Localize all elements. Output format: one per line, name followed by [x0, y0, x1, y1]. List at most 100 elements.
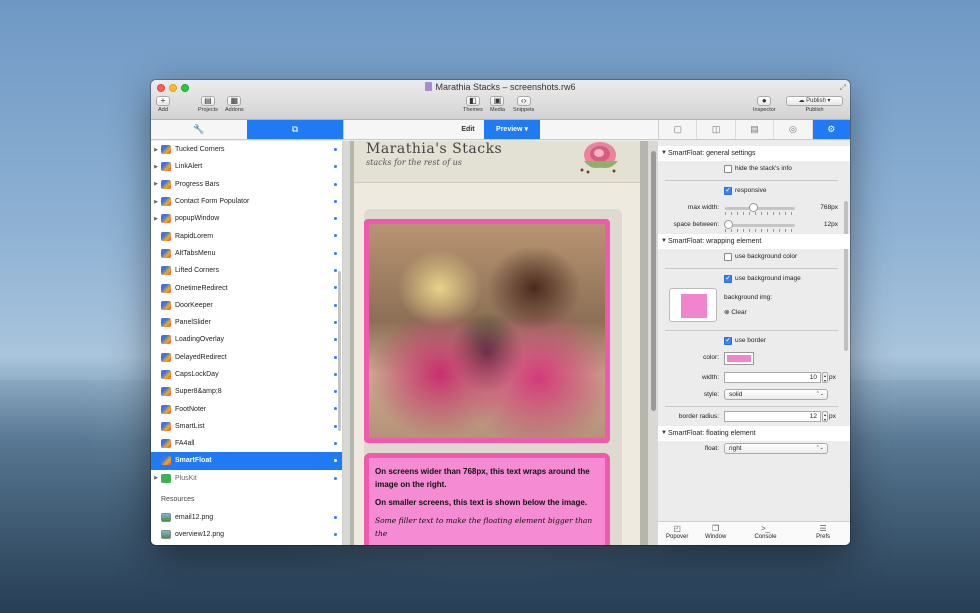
sidebar-item[interactable]: OnetimeRedirect [151, 279, 342, 296]
header-inspector-icon[interactable]: ▤ [736, 120, 775, 139]
use-border-label: use border [735, 337, 767, 344]
console-button[interactable]: >_ Console [735, 522, 796, 545]
bg-color-checkbox[interactable] [724, 253, 732, 261]
sidebar-item[interactable]: SmartFloat [151, 452, 342, 470]
border-width-input[interactable]: 10 [724, 372, 821, 383]
disclosure-triangle-icon[interactable]: ▶ [151, 181, 161, 187]
sidebar-item[interactable]: SmartList [151, 418, 342, 435]
sidebar-tabs: 🔧 ⧉ [151, 120, 343, 139]
styles-inspector-icon[interactable]: ◎ [774, 120, 813, 139]
addons-button[interactable]: ▦ Addons [225, 96, 244, 113]
disclosure-triangle-icon[interactable]: ▶ [151, 199, 161, 205]
general-settings-header[interactable]: ▼ SmartFloat: general settings [658, 146, 850, 161]
resource-item[interactable]: overview12.png [151, 526, 342, 543]
installed-dot-icon [334, 390, 337, 394]
app-window: Marathia Stacks – screenshots.rw6 ⤢ + Ad… [151, 80, 850, 545]
stack-settings-icon[interactable]: ⚙ [812, 120, 850, 139]
sidebar-item[interactable]: ▶ popupWindow [151, 210, 342, 227]
inspector-scrollbar[interactable] [844, 201, 848, 351]
border-radius-input[interactable]: 12 [724, 411, 821, 422]
sidebar-item[interactable]: AltTabsMenu [151, 245, 342, 262]
max-width-knob[interactable] [748, 203, 758, 212]
preview-scroll-thumb[interactable] [651, 151, 656, 411]
disclosure-triangle-icon[interactable]: ▶ [151, 216, 161, 222]
inspector-tabs: ▢ ◫ ▤ ◎ ⚙ [658, 120, 850, 139]
sidebar-item[interactable]: ▶ Contact Form Populator [151, 193, 342, 210]
max-width-label: max width: [687, 204, 719, 211]
space-between-knob[interactable] [724, 220, 733, 229]
page-layout-icon[interactable]: ◫ [697, 120, 736, 139]
wrench-icon[interactable]: 🔧 [151, 120, 247, 139]
media-button[interactable]: ▣ Media [490, 96, 505, 113]
prefs-button[interactable]: ☰ Prefs [796, 522, 850, 545]
sidebar-item[interactable]: DoorKeeper [151, 297, 342, 314]
stacks-library-icon[interactable]: ⧉ [247, 120, 343, 139]
space-between-slider[interactable] [725, 224, 795, 227]
tab-edit[interactable]: Edit [453, 120, 483, 139]
sidebar-item[interactable]: PanelSlider [151, 314, 342, 331]
inspector-bottom-bar: ◰ Popover ❐ Window >_ Console ☰ Prefs [658, 521, 850, 545]
window-label: Window [704, 534, 727, 540]
installed-dot-icon [334, 476, 337, 480]
sidebar-item[interactable]: ▶ Tucked Corners [151, 141, 342, 158]
clear-button[interactable]: ⊗ Clear [724, 308, 747, 316]
sidebar-item-label: PlusKit [175, 474, 197, 482]
max-width-slider[interactable] [725, 207, 795, 210]
stack-icon [161, 456, 171, 466]
bg-image-thumbnail [681, 294, 707, 318]
sidebar-item[interactable]: FootNoter [151, 400, 342, 417]
installed-dot-icon [334, 199, 337, 203]
bg-image-label: use background image [735, 275, 801, 282]
sidebar-item[interactable]: FA4all [151, 435, 342, 452]
bg-image-well[interactable] [669, 288, 717, 322]
stack-icon [161, 352, 171, 362]
border-radius-stepper[interactable]: ▴ ▾ [822, 411, 828, 422]
sidebar-item[interactable]: Lifted Corners [151, 262, 342, 279]
publish-button[interactable]: ☁ Publish ▾ Publish [786, 96, 843, 113]
use-border-checkbox[interactable]: ✓ [724, 337, 732, 345]
bg-image-checkbox[interactable]: ✓ [724, 275, 732, 283]
projects-button[interactable]: ▤ Projects [198, 96, 218, 113]
sidebar-item[interactable]: ▶ PlusKit [151, 470, 342, 487]
border-style-select[interactable]: solid ⌃⌄ [724, 389, 828, 400]
stack-icon [161, 387, 171, 397]
sidebar-item-label: DoorKeeper [175, 301, 213, 309]
fullscreen-icon[interactable]: ⤢ [840, 83, 846, 93]
border-width-stepper[interactable]: ▴ ▾ [822, 372, 828, 383]
sidebar-item[interactable]: RapidLorem [151, 227, 342, 244]
disclosure-triangle-icon[interactable]: ▶ [151, 475, 161, 481]
sidebar-item-label: Contact Form Populator [175, 198, 250, 206]
sidebar-item[interactable]: DelayedRedirect [151, 349, 342, 366]
wrapping-element-header[interactable]: ▼ SmartFloat: wrapping element [658, 234, 850, 249]
bg-img-label: background img: [724, 294, 773, 301]
snippets-button[interactable]: ‹› Snippets [513, 96, 534, 113]
float-select[interactable]: right ⌃⌄ [724, 443, 828, 454]
page-inspector-icon[interactable]: ▢ [659, 120, 698, 139]
preview-pane: Marathia's Stacks stacks for the rest of… [343, 141, 658, 545]
disclosure-triangle-icon[interactable]: ▶ [151, 164, 161, 170]
photo [369, 224, 605, 438]
themes-button[interactable]: ◧ Themes [463, 96, 483, 113]
border-style-label: style: [703, 391, 719, 398]
add-button[interactable]: + Add [156, 96, 170, 113]
popover-button[interactable]: ◰ Popover [658, 522, 696, 545]
responsive-checkbox[interactable]: ✓ [724, 187, 732, 195]
sidebar-item[interactable]: CapsLockDay [151, 366, 342, 383]
tab-preview[interactable]: Preview ▾ [484, 120, 540, 139]
resource-item[interactable]: email12.png [151, 509, 342, 526]
hide-info-checkbox[interactable] [724, 165, 732, 173]
projects-label: Projects [198, 107, 218, 113]
disclosure-triangle-icon[interactable]: ▶ [151, 147, 161, 153]
border-color-well[interactable] [724, 352, 754, 365]
window-button[interactable]: ❐ Window [696, 522, 734, 545]
preview-scrollbar[interactable] [648, 141, 658, 545]
sidebar-item[interactable]: LoadingOverlay [151, 331, 342, 348]
inspector-button[interactable]: ● Inspector [753, 96, 776, 113]
sidebar-item[interactable]: ▶ LinkAlert [151, 158, 342, 175]
sidebar-item[interactable]: Super8&amp;8 [151, 383, 342, 400]
sidebar-item-label: OnetimeRedirect [175, 284, 228, 292]
floating-element-header[interactable]: ▼ SmartFloat: floating element [658, 426, 850, 441]
pluskit-icon [161, 473, 171, 483]
sidebar-item[interactable]: ▶ Progress Bars [151, 176, 342, 193]
sidebar-item-label: CapsLockDay [175, 371, 219, 378]
